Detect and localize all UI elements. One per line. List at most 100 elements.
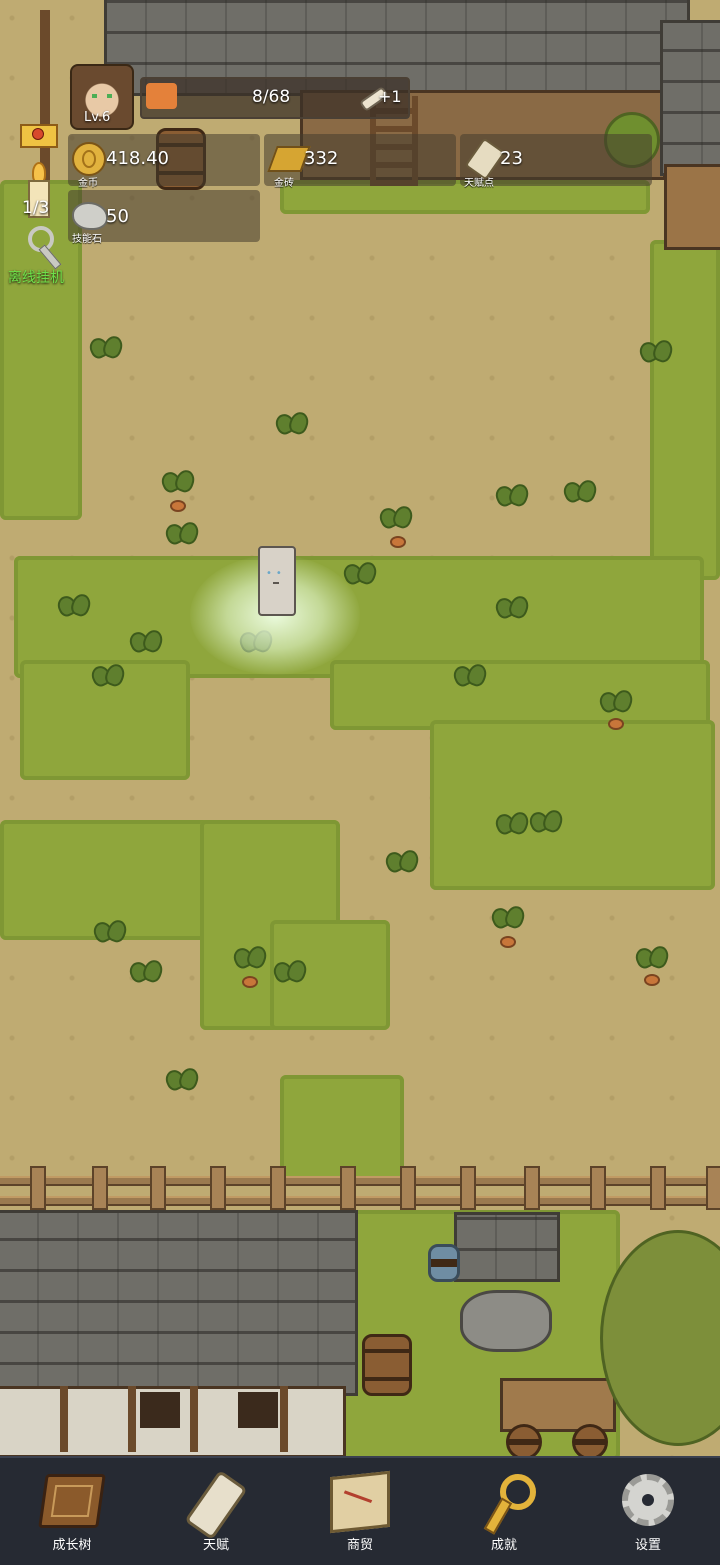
crop-plant — [452, 662, 486, 692]
crop-plant — [232, 944, 266, 974]
fence-post — [590, 1166, 606, 1210]
crop-plant — [56, 592, 90, 622]
talent-point-label: 天赋点 — [464, 178, 494, 189]
player-level: Lv.6 — [84, 110, 111, 125]
offline-idle-label: 离线挂机 — [8, 270, 64, 286]
fence-post — [340, 1166, 356, 1210]
fence-post — [30, 1166, 46, 1210]
carrot — [644, 974, 660, 986]
carrot — [242, 976, 258, 988]
grass-patch — [430, 720, 715, 890]
crop-plant — [274, 410, 308, 440]
carrot — [170, 500, 186, 512]
cart-wheel — [572, 1424, 608, 1460]
crop-plant — [528, 808, 562, 838]
crop-plant — [638, 338, 672, 368]
offline-idle-button[interactable] — [26, 224, 66, 270]
gold-bar-panel[interactable]: 332 金砖 — [264, 134, 456, 189]
fence-post — [400, 1166, 416, 1210]
cart-wheel — [506, 1424, 542, 1460]
skill-stone-panel[interactable]: 50 技能石 — [68, 190, 260, 245]
fence-post — [706, 1166, 720, 1210]
barrel — [362, 1334, 412, 1396]
growth-book-icon — [38, 1474, 106, 1528]
grass-patch — [650, 240, 720, 580]
gold-bar-label: 金砖 — [274, 178, 294, 189]
gold-coin-label: 金币 — [78, 178, 98, 189]
nav-growth-tree[interactable]: 成长树 — [2, 1458, 142, 1565]
nav-talent[interactable]: 天赋 — [146, 1458, 286, 1565]
nav-label: 设置 — [634, 1538, 661, 1553]
nav-achievement[interactable]: 成就 — [434, 1458, 574, 1565]
nav-settings[interactable]: 设置 — [578, 1458, 718, 1565]
fence-post — [150, 1166, 166, 1210]
house-window — [238, 1392, 278, 1428]
crop-plant — [490, 904, 524, 934]
crop-plant — [90, 662, 124, 692]
nav-trade[interactable]: 商贸 — [290, 1458, 430, 1565]
crop-plant — [378, 504, 412, 534]
skill-stone-icon — [72, 202, 108, 230]
settings-gear-icon — [622, 1474, 674, 1526]
barn-side-roof — [660, 20, 720, 176]
fence-post — [460, 1166, 476, 1210]
crop-plant — [160, 468, 194, 498]
crown-gem — [32, 128, 44, 140]
wooden-post — [40, 10, 50, 180]
gold-coin-value: 418.40 — [106, 148, 169, 169]
gold-bar-value: 332 — [304, 148, 339, 169]
xp-bonus: +1 — [378, 87, 402, 106]
fence-post — [524, 1166, 540, 1210]
well-base — [460, 1290, 552, 1352]
character-mouth — [273, 582, 279, 584]
carrot — [608, 718, 624, 730]
talent-point-panel[interactable]: 23 天赋点 — [460, 134, 652, 189]
talent-scroll-icon — [184, 1469, 248, 1541]
gold-coin-panel[interactable]: 418.40 金币 — [68, 134, 260, 189]
house-roof — [0, 1210, 358, 1396]
bottom-nav: 成长树 天赋 商贸 成就 设置 — [0, 1456, 720, 1565]
crop-plant — [494, 810, 528, 840]
fence-rail — [0, 1196, 720, 1206]
carrot — [500, 936, 516, 948]
nav-label: 成长树 — [52, 1538, 92, 1553]
crop-plant — [128, 958, 162, 988]
fence-rail — [0, 1176, 720, 1186]
player-character[interactable]: •• — [258, 546, 296, 616]
house-beam — [280, 1386, 288, 1452]
crop-plant — [634, 944, 668, 974]
crop-plant — [494, 594, 528, 624]
crop-plant — [128, 628, 162, 658]
achievement-key-icon — [474, 1474, 536, 1535]
fence-post — [210, 1166, 226, 1210]
crop-plant — [272, 958, 306, 988]
bucket — [428, 1244, 460, 1282]
trade-map-icon — [330, 1470, 390, 1534]
nav-label: 成就 — [490, 1538, 517, 1553]
crop-plant — [384, 848, 418, 878]
nav-label: 商贸 — [346, 1538, 373, 1553]
crop-plant — [88, 334, 122, 364]
well-roof — [454, 1212, 560, 1282]
house-beam — [60, 1386, 68, 1452]
xp-bar-fill — [146, 83, 177, 109]
xp-bar: 8/68 +1 — [140, 77, 410, 119]
xp-text: 8/68 — [252, 87, 291, 107]
skill-stone-label: 技能石 — [72, 234, 102, 245]
crop-plant — [494, 482, 528, 512]
wooden-cart — [500, 1378, 616, 1432]
house-beam — [190, 1386, 198, 1452]
key-shaft — [483, 1497, 513, 1535]
fence-post — [270, 1166, 286, 1210]
gold-coin-icon — [72, 142, 106, 176]
crown-button[interactable] — [14, 110, 60, 148]
house-window — [140, 1392, 180, 1428]
house-beam — [128, 1386, 136, 1452]
fence-post — [650, 1166, 666, 1210]
nav-label: 天赋 — [202, 1538, 229, 1553]
fence-post — [92, 1166, 108, 1210]
carrot — [390, 536, 406, 548]
crop-plant — [598, 688, 632, 718]
candle-count: 1/3 — [22, 198, 50, 218]
talent-point-value: 23 — [500, 148, 523, 169]
